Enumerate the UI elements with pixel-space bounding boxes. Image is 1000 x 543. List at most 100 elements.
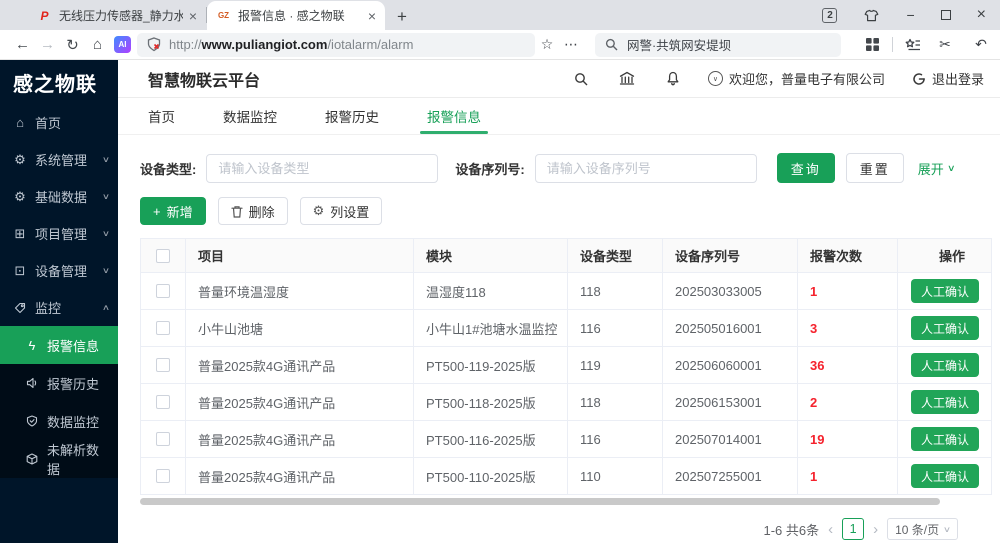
cell-serial: 202506153001 — [663, 384, 798, 421]
user-menu[interactable]: ∨ 欢迎您，普量电子有限公司 — [708, 69, 885, 88]
chevron-down-icon: ∨ — [102, 229, 110, 238]
row-checkbox[interactable] — [156, 469, 170, 483]
new-tab-button[interactable]: + — [397, 8, 407, 25]
browser-tab-active[interactable]: GZ 报警信息 · 感之物联 × — [207, 1, 385, 30]
column-settings-button[interactable]: ⚙ 列设置 — [300, 197, 383, 225]
tab-count-badge[interactable]: 2 — [822, 8, 837, 23]
manual-confirm-button[interactable]: 人工确认 — [911, 427, 979, 451]
prev-page-icon[interactable]: ‹ — [828, 521, 833, 538]
add-button[interactable]: + 新增 — [140, 197, 206, 225]
row-checkbox[interactable] — [156, 432, 170, 446]
cell-device-type: 118 — [568, 273, 663, 310]
home-icon: ⌂ — [13, 115, 27, 130]
table-header: 项目 模块 设备类型 设备序列号 报警次数 操作 — [141, 239, 991, 273]
page-number[interactable]: 1 — [842, 518, 864, 540]
table-row: 小牛山池塘 小牛山1#池塘水温监控 116 202505016001 3 人工确… — [141, 310, 991, 347]
toolbar-divider — [892, 37, 893, 52]
organization-icon[interactable] — [619, 71, 635, 86]
device-type-input[interactable] — [206, 154, 438, 183]
back-icon[interactable]: ← — [10, 36, 35, 53]
trash-icon — [231, 205, 243, 218]
maximize-button[interactable] — [941, 10, 951, 20]
table-row: 普量2025款4G通讯产品 PT500-119-2025版 119 202506… — [141, 347, 991, 384]
speed-dial-icon[interactable] — [865, 37, 880, 52]
tab-close-icon[interactable]: × — [189, 8, 197, 24]
manual-confirm-button[interactable]: 人工确认 — [911, 390, 979, 414]
minimize-button[interactable]: − — [906, 7, 914, 23]
reset-button[interactable]: 重置 — [846, 153, 904, 183]
expand-link[interactable]: 展开 ∨ — [918, 159, 955, 178]
url-bar[interactable]: http://www.puliangiot.com/iotalarm/alarm — [137, 33, 535, 57]
chevron-down-icon: ∨ — [947, 163, 956, 174]
sidebar-item-alarm-history[interactable]: 报警历史 — [0, 364, 118, 402]
undo-icon[interactable]: ↶ — [969, 36, 993, 53]
manual-confirm-button[interactable]: 人工确认 — [911, 316, 979, 340]
favorites-list-icon[interactable] — [905, 38, 921, 52]
cell-device-type: 116 — [568, 310, 663, 347]
sidebar-item-alarm-info[interactable]: ϟ 报警信息 — [0, 326, 118, 364]
gear-icon: ⚙ — [13, 152, 27, 168]
reload-icon[interactable]: ↻ — [60, 36, 85, 54]
sidebar-item-monitor[interactable]: 监控 ∧ — [0, 289, 118, 326]
tab-home[interactable]: 首页 — [148, 98, 175, 134]
tag-icon — [13, 302, 27, 314]
row-checkbox[interactable] — [156, 284, 170, 298]
select-caret-icon: ∨ — [943, 525, 951, 534]
col-count: 报警次数 — [798, 239, 898, 273]
tab-title: 无线压力传感器_静力水准仪_ — [59, 7, 183, 24]
logout-button[interactable]: 退出登录 — [912, 69, 984, 88]
scrollbar-thumb[interactable] — [140, 498, 940, 505]
sidebar-item-project[interactable]: ⊞ 项目管理 ∨ — [0, 215, 118, 252]
pagination: 1-6 共6条 ‹ 1 › 10 条/页 ∨ — [118, 505, 1000, 540]
cell-alarm-count: 3 — [798, 310, 898, 347]
tab-alarm-info[interactable]: 报警信息 — [427, 98, 481, 134]
bookmark-star-icon[interactable]: ☆ — [535, 36, 559, 53]
tab-close-icon[interactable]: × — [368, 8, 376, 24]
page-size-select[interactable]: 10 条/页 ∨ — [887, 518, 958, 540]
serial-input[interactable] — [535, 154, 757, 183]
cell-alarm-count: 36 — [798, 347, 898, 384]
cell-serial: 202506060001 — [663, 347, 798, 384]
table-row: 普量环境温湿度 温湿度118 118 202503033005 1 人工确认 — [141, 273, 991, 310]
insecure-shield-icon[interactable] — [147, 37, 161, 52]
manual-confirm-button[interactable]: 人工确认 — [911, 353, 979, 377]
search-icon — [605, 38, 618, 51]
more-options-icon[interactable]: ⋯ — [559, 36, 583, 53]
sidebar-item-device[interactable]: ⊡ 设备管理 ∨ — [0, 252, 118, 289]
sidebar-item-unparsed-data[interactable]: 未解析数据 — [0, 440, 118, 478]
sidebar-item-data-monitor[interactable]: 数据监控 — [0, 402, 118, 440]
grid-icon: ⊞ — [13, 226, 27, 242]
home-icon[interactable]: ⌂ — [85, 36, 110, 53]
row-checkbox[interactable] — [156, 358, 170, 372]
tab-alarm-history[interactable]: 报警历史 — [325, 98, 379, 134]
cell-alarm-count: 2 — [798, 384, 898, 421]
window-controls: 2 − × — [822, 0, 1000, 30]
row-checkbox[interactable] — [156, 395, 170, 409]
sidebar-item-system[interactable]: ⚙ 系统管理 ∨ — [0, 141, 118, 178]
delete-button[interactable]: 删除 — [218, 197, 288, 225]
forward-icon[interactable]: → — [35, 36, 60, 53]
ai-assistant-icon[interactable]: AI — [114, 36, 131, 53]
tab-data-monitor[interactable]: 数据监控 — [223, 98, 277, 134]
sidebar-item-basedata[interactable]: ⚙ 基础数据 ∨ — [0, 178, 118, 215]
select-all-checkbox[interactable] — [156, 249, 170, 263]
search-button[interactable]: 查询 — [777, 153, 835, 183]
row-checkbox[interactable] — [156, 321, 170, 335]
browser-search-box[interactable]: 网警·共筑网安堤坝 — [595, 33, 841, 57]
bell-icon[interactable] — [666, 71, 680, 86]
search-icon[interactable] — [574, 72, 588, 86]
cell-project: 普量2025款4G通讯产品 — [186, 458, 414, 495]
screenshot-scissors-icon[interactable]: ✂ — [933, 36, 957, 53]
manual-confirm-button[interactable]: 人工确认 — [911, 464, 979, 488]
close-window-button[interactable]: × — [977, 6, 986, 24]
cell-module: PT500-110-2025版 — [414, 458, 568, 495]
manual-confirm-button[interactable]: 人工确认 — [911, 279, 979, 303]
horizontal-scrollbar[interactable] — [140, 498, 940, 505]
browser-tab-inactive[interactable]: P 无线压力传感器_静力水准仪_ × — [28, 1, 206, 30]
shield-check-icon — [25, 415, 39, 427]
cell-device-type: 118 — [568, 384, 663, 421]
cell-project: 普量2025款4G通讯产品 — [186, 384, 414, 421]
next-page-icon[interactable]: › — [873, 521, 878, 538]
sidebar-item-home[interactable]: ⌂ 首页 — [0, 104, 118, 141]
theme-skin-icon[interactable] — [863, 9, 880, 22]
